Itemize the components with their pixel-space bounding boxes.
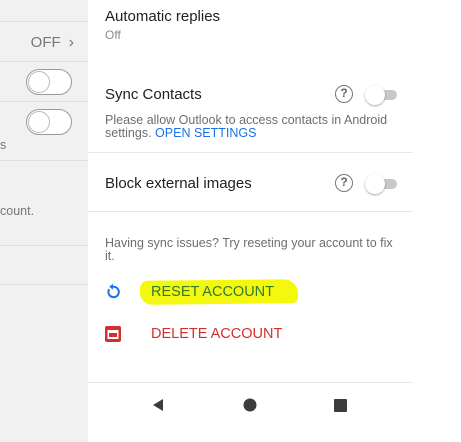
block-images-toggle[interactable] bbox=[365, 173, 399, 195]
sync-issues-text: Having sync issues? Try reseting your ac… bbox=[105, 236, 393, 263]
block-images-title: Block external images bbox=[105, 175, 252, 192]
setting-value-label: OFF bbox=[30, 34, 61, 51]
divider bbox=[0, 101, 88, 102]
delete-account-label: DELETE ACCOUNT bbox=[151, 326, 283, 342]
divider bbox=[0, 284, 88, 285]
help-icon[interactable]: ? bbox=[335, 85, 353, 103]
settings-dialog: Automatic replies Off Sync Contacts ? Pl… bbox=[88, 0, 413, 442]
navigation-bar bbox=[88, 382, 413, 442]
reset-icon bbox=[107, 283, 120, 299]
open-settings-link[interactable]: OPEN SETTINGS bbox=[155, 126, 256, 140]
toggle-knob bbox=[28, 111, 50, 133]
sync-contacts-title: Sync Contacts bbox=[105, 86, 202, 103]
sync-contacts-toggle[interactable] bbox=[365, 84, 399, 106]
recents-icon[interactable] bbox=[334, 399, 347, 412]
divider bbox=[88, 211, 413, 212]
toggle-knob bbox=[365, 174, 385, 194]
delete-icon bbox=[105, 326, 121, 342]
divider bbox=[0, 245, 88, 246]
background-settings-panel: OFF › s count. bbox=[0, 0, 88, 442]
back-icon[interactable] bbox=[151, 398, 165, 412]
toggle-knob bbox=[28, 71, 50, 93]
divider bbox=[0, 61, 88, 62]
help-icon[interactable]: ? bbox=[335, 174, 353, 192]
toggle-knob bbox=[365, 85, 385, 105]
text-fragment: s bbox=[0, 138, 7, 152]
setting-value-off[interactable]: OFF › bbox=[31, 34, 74, 52]
chevron-right-icon: › bbox=[68, 34, 74, 51]
automatic-replies-title: Automatic replies bbox=[105, 8, 221, 25]
reset-account-label: RESET ACCOUNT bbox=[151, 284, 275, 300]
automatic-replies-value: Off bbox=[105, 28, 121, 42]
right-background bbox=[413, 0, 461, 442]
divider bbox=[88, 152, 413, 153]
sync-contacts-description: Please allow Outlook to access contacts … bbox=[105, 114, 405, 140]
divider bbox=[0, 160, 88, 161]
divider bbox=[0, 21, 88, 22]
toggle-switch[interactable] bbox=[26, 69, 72, 95]
text-fragment: count. bbox=[0, 204, 35, 218]
home-icon[interactable] bbox=[243, 398, 257, 412]
toggle-switch[interactable] bbox=[26, 109, 72, 135]
